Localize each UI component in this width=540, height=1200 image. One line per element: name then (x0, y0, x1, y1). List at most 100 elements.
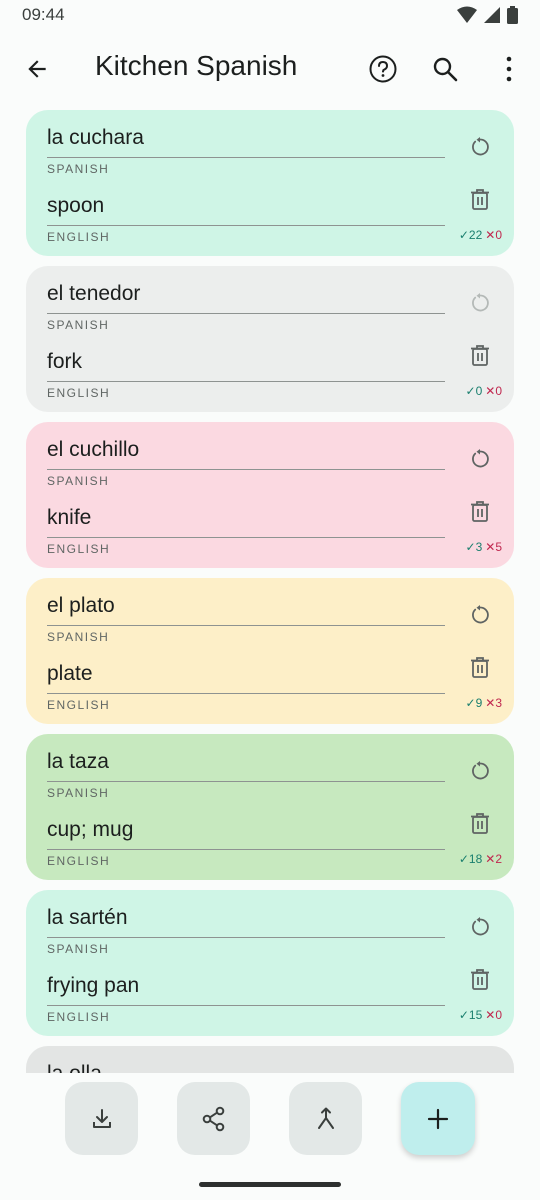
english-label: ENGLISH (47, 854, 111, 868)
delete-button[interactable] (467, 342, 493, 368)
trash-icon (471, 345, 489, 366)
more-vert-icon (506, 56, 512, 82)
status-icons (457, 6, 518, 24)
delete-button[interactable] (467, 966, 493, 992)
home-indicator[interactable] (199, 1182, 341, 1187)
spanish-field[interactable]: la taza (47, 746, 445, 782)
score-stats: ✓15 ✕0 (459, 1008, 502, 1022)
english-field[interactable]: knife (47, 502, 445, 538)
reset-stats-button[interactable] (467, 758, 493, 784)
english-field[interactable]: spoon (47, 190, 445, 226)
trash-icon (471, 813, 489, 834)
download-icon (92, 1108, 111, 1128)
add-word-button[interactable] (401, 1082, 475, 1155)
spanish-field[interactable]: la olla (47, 1058, 445, 1073)
cell-signal-icon (484, 7, 500, 23)
search-button[interactable] (426, 50, 464, 88)
reset-stats-button[interactable] (467, 446, 493, 472)
spanish-field[interactable]: el tenedor (47, 278, 445, 314)
status-time: 09:44 (22, 5, 65, 24)
english-label: ENGLISH (47, 386, 111, 400)
wrong-count: ✕2 (485, 852, 502, 866)
spanish-label: SPANISH (47, 786, 110, 800)
word-card: el plato SPANISH plate ENGLISH ✓9 ✕3 (26, 578, 514, 724)
correct-count: ✓15 (458, 1008, 483, 1022)
word-card: el tenedor SPANISH fork ENGLISH ✓0 ✕0 (26, 266, 514, 412)
share-icon (202, 1106, 224, 1131)
word-card: la sartén SPANISH frying pan ENGLISH ✓15… (26, 890, 514, 1036)
score-stats: ✓9 ✕3 (466, 696, 502, 710)
refresh-icon (469, 1072, 491, 1073)
reset-stats-button[interactable] (467, 914, 493, 940)
spanish-label: SPANISH (47, 942, 110, 956)
wrong-count: ✕3 (485, 696, 502, 710)
merge-button[interactable] (289, 1082, 362, 1155)
download-button[interactable] (65, 1082, 138, 1155)
correct-count: ✓22 (458, 228, 483, 242)
battery-icon (507, 6, 518, 24)
delete-button[interactable] (467, 186, 493, 212)
help-button[interactable] (364, 50, 402, 88)
english-field[interactable]: fork (47, 346, 445, 382)
delete-button[interactable] (467, 810, 493, 836)
back-button[interactable] (18, 50, 56, 88)
score-stats: ✓3 ✕5 (466, 540, 502, 554)
word-list[interactable]: la cuchara SPANISH spoon ENGLISH ✓22 ✕0 … (26, 110, 514, 1073)
arrow-back-icon (28, 60, 46, 78)
refresh-icon (472, 449, 489, 468)
status-bar: 09:44 (0, 0, 540, 32)
correct-count: ✓18 (458, 852, 483, 866)
word-card: la olla SPANISH ENGLISH (26, 1046, 514, 1073)
english-label: ENGLISH (47, 698, 111, 712)
refresh-icon (472, 293, 489, 312)
spanish-field[interactable]: la sartén (47, 902, 445, 938)
delete-button[interactable] (467, 654, 493, 680)
english-field[interactable]: plate (47, 658, 445, 694)
score-stats: ✓22 ✕0 (459, 228, 502, 242)
refresh-icon (472, 917, 489, 936)
spanish-field[interactable]: la cuchara (47, 122, 445, 158)
english-label: ENGLISH (47, 542, 111, 556)
page-title: Kitchen Spanish (95, 50, 298, 81)
reset-stats-button[interactable] (467, 134, 493, 160)
wrong-count: ✕0 (485, 384, 502, 398)
more-options-button[interactable] (490, 50, 528, 88)
reset-stats-button[interactable] (467, 602, 493, 628)
english-field[interactable]: cup; mug (47, 814, 445, 850)
merge-icon (317, 1107, 334, 1129)
refresh-icon (472, 605, 489, 624)
delete-button[interactable] (467, 498, 493, 524)
reset-stats-button[interactable] (467, 290, 493, 316)
share-button[interactable] (177, 1082, 250, 1155)
trash-icon (471, 969, 489, 990)
trash-icon (471, 657, 489, 678)
wifi-icon (457, 6, 477, 23)
refresh-icon (472, 137, 489, 156)
spanish-field[interactable]: el cuchillo (47, 434, 445, 470)
spanish-label: SPANISH (47, 162, 110, 176)
wrong-count: ✕0 (485, 1008, 502, 1022)
wrong-count: ✕0 (485, 228, 502, 242)
bottom-action-bar (0, 1082, 540, 1156)
app-bar: Kitchen Spanish (0, 36, 540, 100)
word-card: el cuchillo SPANISH knife ENGLISH ✓3 ✕5 (26, 422, 514, 568)
refresh-icon (472, 761, 489, 780)
word-card: la cuchara SPANISH spoon ENGLISH ✓22 ✕0 (26, 110, 514, 256)
score-stats: ✓0 ✕0 (466, 384, 502, 398)
english-field[interactable]: frying pan (47, 970, 445, 1006)
trash-icon (471, 501, 489, 522)
correct-count: ✓9 (465, 696, 483, 710)
trash-icon (471, 189, 489, 210)
help-circle-icon (369, 55, 397, 83)
word-card: la taza SPANISH cup; mug ENGLISH ✓18 ✕2 (26, 734, 514, 880)
spanish-label: SPANISH (47, 318, 110, 332)
score-stats: ✓18 ✕2 (459, 852, 502, 866)
english-label: ENGLISH (47, 230, 111, 244)
search-icon (433, 57, 458, 82)
english-label: ENGLISH (47, 1010, 111, 1024)
reset-stats-button[interactable] (467, 1070, 493, 1073)
correct-count: ✓3 (465, 540, 483, 554)
spanish-field[interactable]: el plato (47, 590, 445, 626)
plus-icon (427, 1108, 449, 1129)
spanish-label: SPANISH (47, 630, 110, 644)
